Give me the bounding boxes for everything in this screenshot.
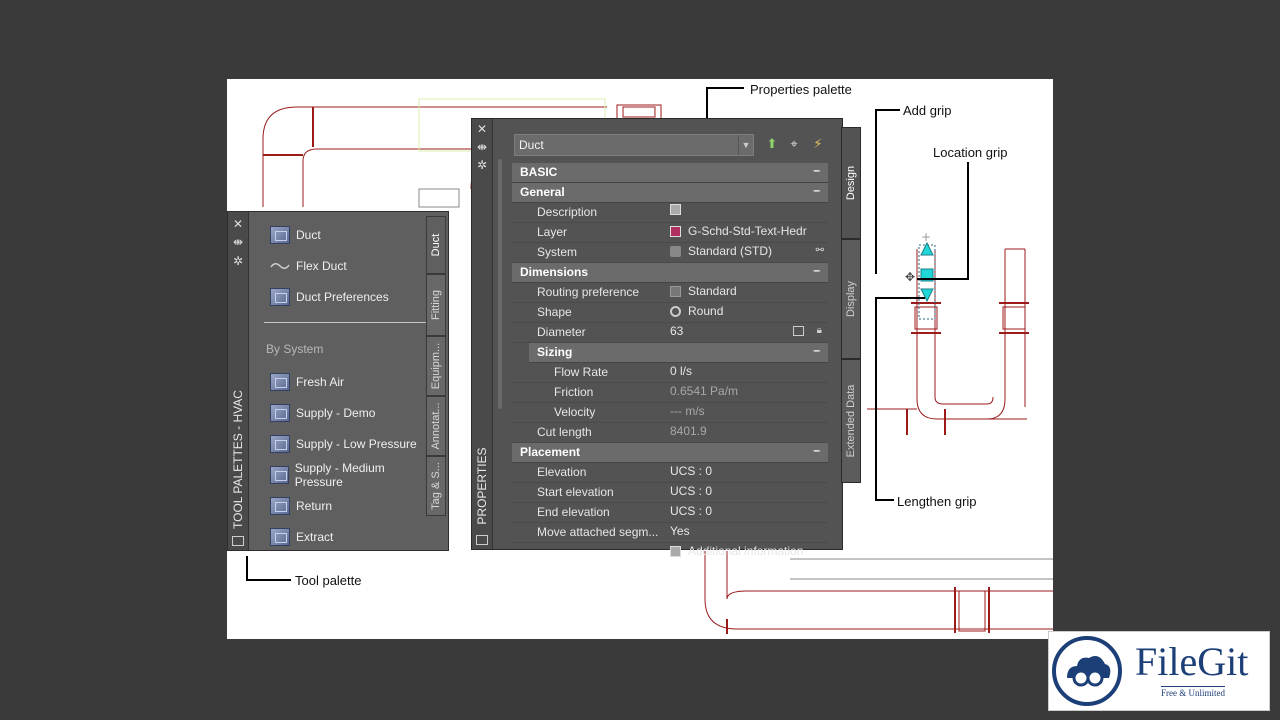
properties-palette: ✕ ⇼ ✲ PROPERTIES Duct ▼ ⬆ ⌖ ⚡ BASIC – Gene…: [471, 118, 861, 558]
toggle-pickadd-icon[interactable]: ⬆: [764, 136, 780, 152]
filegit-logo: FileGit Free & Unlimited: [1048, 631, 1270, 711]
category-dimensions[interactable]: Dimensions –: [512, 263, 828, 283]
tab-equipment[interactable]: Equipm...: [426, 336, 446, 396]
category-placement[interactable]: Placement –: [512, 443, 828, 463]
duct-icon: [270, 497, 290, 515]
scrollbar[interactable]: [498, 159, 502, 409]
duct-icon: [270, 466, 289, 484]
prop-flow-rate[interactable]: Flow Rate 0 l/s: [512, 363, 828, 383]
prop-elevation[interactable]: Elevation UCS : 0: [512, 463, 828, 483]
tab-design[interactable]: Design: [841, 127, 861, 239]
tab-fitting[interactable]: Fitting: [426, 274, 446, 336]
collapse-icon[interactable]: –: [813, 263, 820, 277]
property-grid: BASIC – General – Description Layer G-Schd-…: [512, 163, 828, 562]
category-sizing[interactable]: Sizing –: [529, 343, 828, 363]
prop-system[interactable]: System Standard (STD) ⚯: [512, 243, 828, 263]
prop-end-elevation[interactable]: End elevation UCS : 0: [512, 503, 828, 523]
autohide-icon[interactable]: ⇼: [476, 141, 488, 153]
category-general[interactable]: General –: [512, 183, 828, 203]
prop-friction: Friction 0.6541 Pa/m: [512, 383, 828, 403]
description-icon[interactable]: [670, 204, 681, 215]
routing-preference-icon: [670, 285, 681, 297]
round-shape-icon: [670, 305, 681, 317]
gear-icon[interactable]: ✲: [476, 159, 488, 171]
tab-extended-data[interactable]: Extended Data: [841, 359, 861, 483]
gear-icon[interactable]: ✲: [232, 255, 244, 267]
document-icon: [670, 545, 681, 557]
autohide-icon[interactable]: ⇼: [232, 236, 244, 248]
tool-fresh-air[interactable]: Fresh Air: [270, 371, 344, 393]
prop-description[interactable]: Description: [512, 203, 828, 223]
collapse-icon[interactable]: –: [813, 163, 820, 177]
prop-diameter[interactable]: Diameter 63 🔒︎: [512, 323, 828, 343]
tab-tag-schedule[interactable]: Tag & S...: [426, 456, 446, 516]
logo-tagline: Free & Unlimited: [1161, 686, 1225, 698]
additional-information-link[interactable]: Additional information: [512, 543, 828, 562]
prop-velocity: Velocity --- m/s: [512, 403, 828, 423]
tool-flex-duct[interactable]: Flex Duct: [270, 255, 347, 277]
tool-return[interactable]: Return: [270, 495, 332, 517]
tool-palette-title: TOOL PALETTES - HVAC: [231, 390, 245, 529]
chevron-down-icon: ▼: [738, 135, 753, 155]
callout-properties-palette: Properties palette: [750, 82, 852, 97]
callout-lengthen-grip: Lengthen grip: [897, 494, 977, 509]
collapse-icon[interactable]: –: [813, 183, 820, 197]
callout-location-grip: Location grip: [933, 145, 1008, 160]
collapse-icon[interactable]: –: [813, 443, 820, 457]
palette-properties-icon[interactable]: [232, 536, 244, 546]
duct-icon: [270, 373, 290, 391]
select-objects-icon[interactable]: ⌖: [786, 136, 802, 152]
tool-extract[interactable]: Extract: [270, 526, 333, 548]
calculator-icon[interactable]: [793, 326, 804, 336]
properties-titlebar[interactable]: ✕ ⇼ ✲ PROPERTIES: [472, 119, 493, 549]
collapse-icon[interactable]: –: [813, 343, 820, 357]
prop-shape[interactable]: Shape Round: [512, 303, 828, 323]
svg-text:✥: ✥: [905, 270, 915, 284]
callout-tool-palette: Tool palette: [295, 573, 362, 588]
tab-duct[interactable]: Duct: [426, 216, 446, 274]
duct-icon: [270, 226, 290, 244]
tool-palette: ✕ ⇼ ✲ TOOL PALETTES - HVAC Duct Flex Duc…: [227, 211, 449, 551]
tool-palette-tabs: Duct Fitting Equipm... Annotat... Tag & …: [424, 212, 448, 550]
tool-palette-body: Duct Flex Duct Duct Preferences By Syste…: [250, 212, 440, 550]
duct-preferences-icon: [270, 288, 290, 306]
binoculars-icon[interactable]: ⚯: [816, 245, 824, 256]
callout-add-grip: Add grip: [903, 103, 952, 118]
tool-supply-medium-pressure[interactable]: Supply - Medium Pressure: [270, 461, 426, 489]
palette-properties-icon[interactable]: [476, 535, 488, 545]
prop-start-elevation[interactable]: Start elevation UCS : 0: [512, 483, 828, 503]
lock-icon[interactable]: 🔒︎: [817, 325, 822, 336]
prop-routing-preference[interactable]: Routing preference Standard: [512, 283, 828, 303]
tab-display[interactable]: Display: [841, 239, 861, 359]
flex-duct-icon: [270, 257, 290, 275]
tool-palette-titlebar[interactable]: ✕ ⇼ ✲ TOOL PALETTES - HVAC: [228, 212, 249, 550]
section-by-system: By System: [266, 342, 324, 356]
object-type-dropdown[interactable]: Duct ▼: [514, 134, 754, 156]
close-icon[interactable]: ✕: [476, 123, 488, 135]
duct-icon: [270, 528, 290, 546]
duct-icon: [270, 404, 290, 422]
plus-grip-icon: +: [921, 230, 931, 244]
divider: [264, 322, 440, 323]
properties-tabs: Design Display Extended Data: [841, 119, 863, 549]
layer-color-swatch: [670, 225, 681, 237]
tab-annotation[interactable]: Annotat...: [426, 396, 446, 456]
properties-title: PROPERTIES: [475, 447, 489, 525]
tool-supply-low-pressure[interactable]: Supply - Low Pressure: [270, 433, 417, 455]
prop-cut-length: Cut length 8401.9: [512, 423, 828, 443]
tool-duct-preferences[interactable]: Duct Preferences: [270, 286, 389, 308]
tool-duct[interactable]: Duct: [270, 224, 321, 246]
logo-text: FileGit: [1135, 639, 1249, 684]
category-basic[interactable]: BASIC –: [512, 163, 828, 183]
prop-move-attached-segments[interactable]: Move attached segm... Yes: [512, 523, 828, 543]
close-icon[interactable]: ✕: [232, 218, 244, 230]
duct-icon: [270, 435, 290, 453]
quick-select-icon[interactable]: ⚡: [810, 136, 826, 152]
system-icon: [670, 245, 681, 257]
tool-supply-demo[interactable]: Supply - Demo: [270, 402, 375, 424]
prop-layer[interactable]: Layer G-Schd-Std-Text-Hedr: [512, 223, 828, 243]
